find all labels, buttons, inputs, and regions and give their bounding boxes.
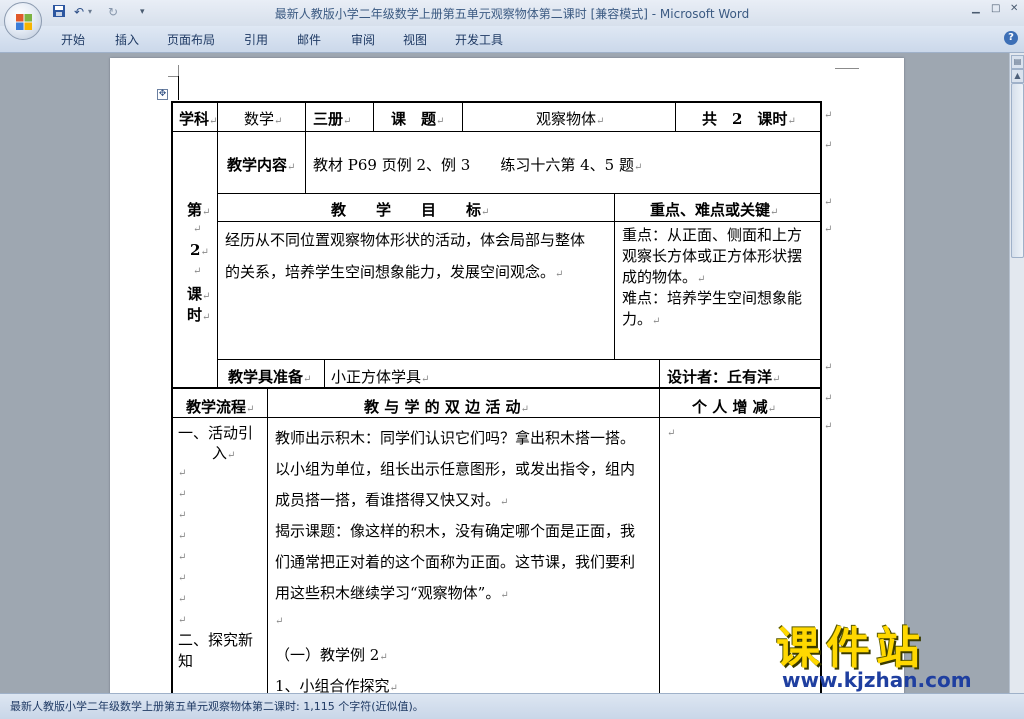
paragraph-mark: ↵ <box>178 615 187 626</box>
paragraph-mark: ↵ <box>178 573 187 584</box>
minimize-button[interactable]: ▁ <box>972 3 980 14</box>
tools-value: 小正方体学具↵ <box>331 368 430 386</box>
step-label: 入↵ <box>212 444 236 462</box>
activity-line: 以小组为单位，组长出示任意图形，或发出指令，组内 <box>275 460 636 478</box>
topic-label: 课 题↵ <box>391 110 445 128</box>
activity-line: 教师出示积木：同学们认识它们吗？拿出积木搭一搭。 <box>275 429 636 447</box>
paragraph-mark: ↵ <box>178 489 187 500</box>
row-end-mark: ↵ <box>824 110 833 121</box>
activity-line: 用这些积木继续学习“观察物体”。↵ <box>275 584 509 602</box>
text-cursor <box>178 76 179 100</box>
key-header: 重点、难点或关键↵ <box>650 201 779 219</box>
row-end-mark: ↵ <box>824 362 833 373</box>
maximize-button[interactable]: □ <box>991 3 1000 14</box>
step-label: 知 <box>178 652 194 670</box>
tab-developer[interactable]: 开发工具 <box>455 31 503 48</box>
table-move-handle-icon[interactable]: ✥ <box>157 89 168 100</box>
row-end-mark: ↵ <box>824 393 833 404</box>
tab-references[interactable]: 引用 <box>244 31 268 48</box>
row-end-mark: ↵ <box>824 224 833 235</box>
paragraph-mark: ↵ <box>178 468 187 479</box>
designer: 设计者：丘有洋↵ <box>667 368 781 386</box>
step-label: 一、活动引 <box>178 424 254 442</box>
key-line: 重点：从正面、侧面和上方 <box>622 226 803 244</box>
crop-mark <box>835 68 859 69</box>
step-label: 二、探究新 <box>178 631 254 649</box>
goals-line: 经历从不同位置观察物体形状的活动，体会局部与整体 <box>225 231 586 249</box>
status-bar: 最新人教版小学二年级数学上册第五单元观察物体第二课时: 1,115 个字符(近似… <box>0 693 1024 719</box>
activity-header: 教 与 学 的 双 边 活 动↵ <box>364 398 529 416</box>
tab-view[interactable]: 视图 <box>403 31 427 48</box>
ribbon-tabs: 开始 插入 页面布局 引用 邮件 审阅 视图 开发工具 ? <box>0 26 1024 53</box>
activity-line: 们通常把正对着的这个面称为正面。这节课，我们要利 <box>275 553 636 571</box>
key-line: 难点：培养学生空间想象能 <box>622 289 803 307</box>
lesson-label-char: 课↵ <box>187 285 211 303</box>
goals-header: 教 学 目 标↵ <box>331 201 490 219</box>
tab-insert[interactable]: 插入 <box>115 31 139 48</box>
key-line: 观察长方体或正方体形状摆 <box>622 247 803 265</box>
lesson-label-char: 2↵ <box>190 241 209 259</box>
tab-mailings[interactable]: 邮件 <box>297 31 321 48</box>
key-line: 成的物体。↵ <box>622 268 706 286</box>
lesson-label-char: 时↵ <box>187 306 211 324</box>
status-text: 最新人教版小学二年级数学上册第五单元观察物体第二课时: 1,115 个字符(近似… <box>10 700 424 713</box>
vertical-scrollbar[interactable]: ▤ ▲ <box>1009 53 1024 693</box>
window-title: 最新人教版小学二年级数学上册第五单元观察物体第二课时 [兼容模式] - Micr… <box>274 7 750 21</box>
activity-line: （一）教学例 2↵ <box>275 646 388 664</box>
office-logo-icon <box>16 14 32 30</box>
scroll-up-icon[interactable]: ▲ <box>1011 69 1024 83</box>
volume-value: 三册↵ <box>313 110 352 128</box>
personal-header: 个 人 增 减↵ <box>692 398 777 416</box>
goals-line: 的关系，培养学生空间想象能力，发展空间观念。↵ <box>225 263 564 281</box>
paragraph-mark: ↵ <box>275 616 284 627</box>
paragraph-mark: ↵ <box>667 428 676 439</box>
topic-value: 观察物体↵ <box>536 110 605 128</box>
subject-label: 学科↵ <box>179 110 218 128</box>
paragraph-mark: ↵ <box>178 531 187 542</box>
subject-value: 数学↵ <box>244 110 283 128</box>
scrollbar-thumb[interactable] <box>1011 83 1024 258</box>
paragraph-mark: ↵ <box>178 510 187 521</box>
title-bar: ↶ ▾ ↻ ▾ 最新人教版小学二年级数学上册第五单元观察物体第二课时 [兼容模式… <box>0 0 1024 40</box>
tools-label: 教学具准备↵ <box>228 368 312 386</box>
content-label: 教学内容↵ <box>227 156 296 174</box>
content-value: 教材 P69 页例 2、例 3 练习十六第 4、5 题↵ <box>313 156 643 174</box>
flow-header: 教学流程↵ <box>186 398 255 416</box>
activity-line: 揭示课题：像这样的积木，没有确定哪个面是正面，我 <box>275 522 636 540</box>
tab-home[interactable]: 开始 <box>61 31 85 48</box>
lesson-label-char: 第↵ <box>187 201 211 219</box>
close-button[interactable]: ✕ <box>1010 3 1018 14</box>
paragraph-mark: ↵ <box>178 594 187 605</box>
paragraph-mark: ↵ <box>178 552 187 563</box>
activity-line: 成员搭一搭，看谁搭得又快又对。↵ <box>275 491 509 509</box>
watermark-title: 课件站 <box>776 623 926 674</box>
total-lessons: 共 2 课时↵ <box>702 110 796 128</box>
paragraph-mark: ↵ <box>193 266 202 277</box>
tab-page-layout[interactable]: 页面布局 <box>167 31 215 48</box>
key-line: 力。↵ <box>622 310 661 328</box>
paragraph-mark: ↵ <box>193 224 202 235</box>
crop-mark <box>178 65 179 76</box>
watermark-url: www.kjzhan.com <box>782 668 972 692</box>
row-end-mark: ↵ <box>824 197 833 208</box>
office-button[interactable] <box>4 2 42 40</box>
row-end-mark: ↵ <box>824 140 833 151</box>
tab-review[interactable]: 审阅 <box>351 31 375 48</box>
help-icon[interactable]: ? <box>1004 31 1018 45</box>
row-end-mark: ↵ <box>824 421 833 432</box>
ruler-toggle-icon[interactable]: ▤ <box>1011 55 1024 69</box>
